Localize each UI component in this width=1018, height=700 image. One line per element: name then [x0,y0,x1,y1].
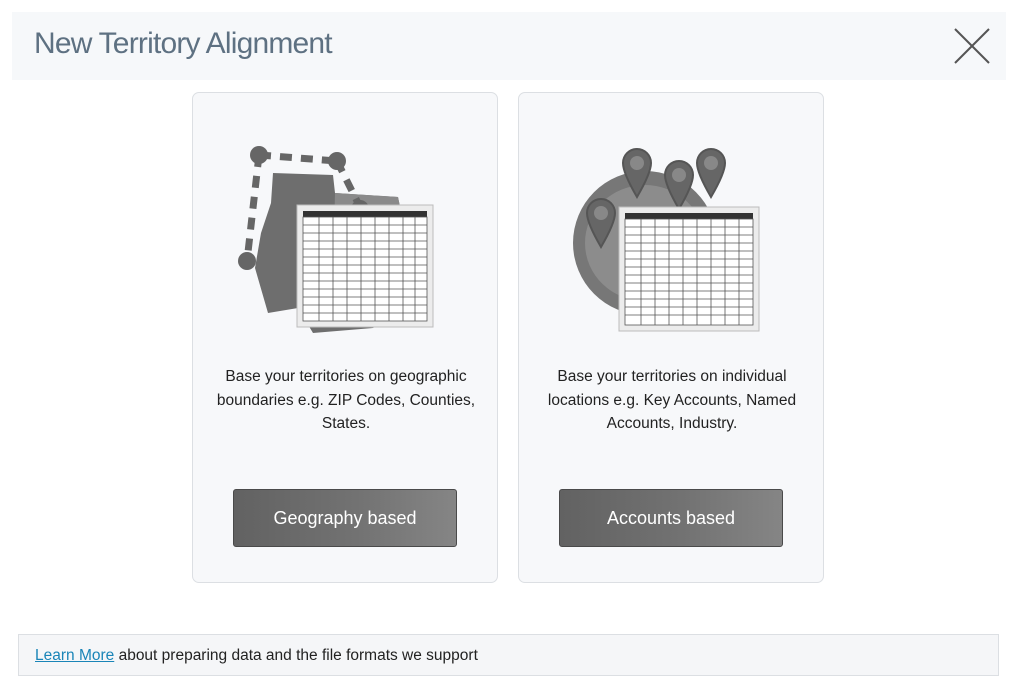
learn-more-link[interactable]: Learn More [35,647,114,664]
geography-based-button[interactable]: Geography based [233,489,457,547]
geography-map-spreadsheet-icon [193,133,499,343]
geography-card: Base your territories on geographic boun… [192,92,498,583]
footer-text: about preparing data and the file format… [114,647,478,664]
accounts-pins-spreadsheet-icon [519,133,825,343]
dialog-header: New Territory Alignment [12,12,1006,80]
geography-description: Base your territories on geographic boun… [216,368,476,432]
accounts-description: Base your territories on individual loca… [547,368,797,432]
dialog-title: New Territory Alignment [34,27,333,60]
accounts-card: Base your territories on individual loca… [518,92,824,583]
footer-info-bar: Learn More about preparing data and the … [18,634,999,676]
accounts-based-button[interactable]: Accounts based [559,489,783,547]
close-icon[interactable] [950,24,994,68]
new-territory-alignment-dialog: New Territory Alignment Base your territ… [0,0,1018,700]
